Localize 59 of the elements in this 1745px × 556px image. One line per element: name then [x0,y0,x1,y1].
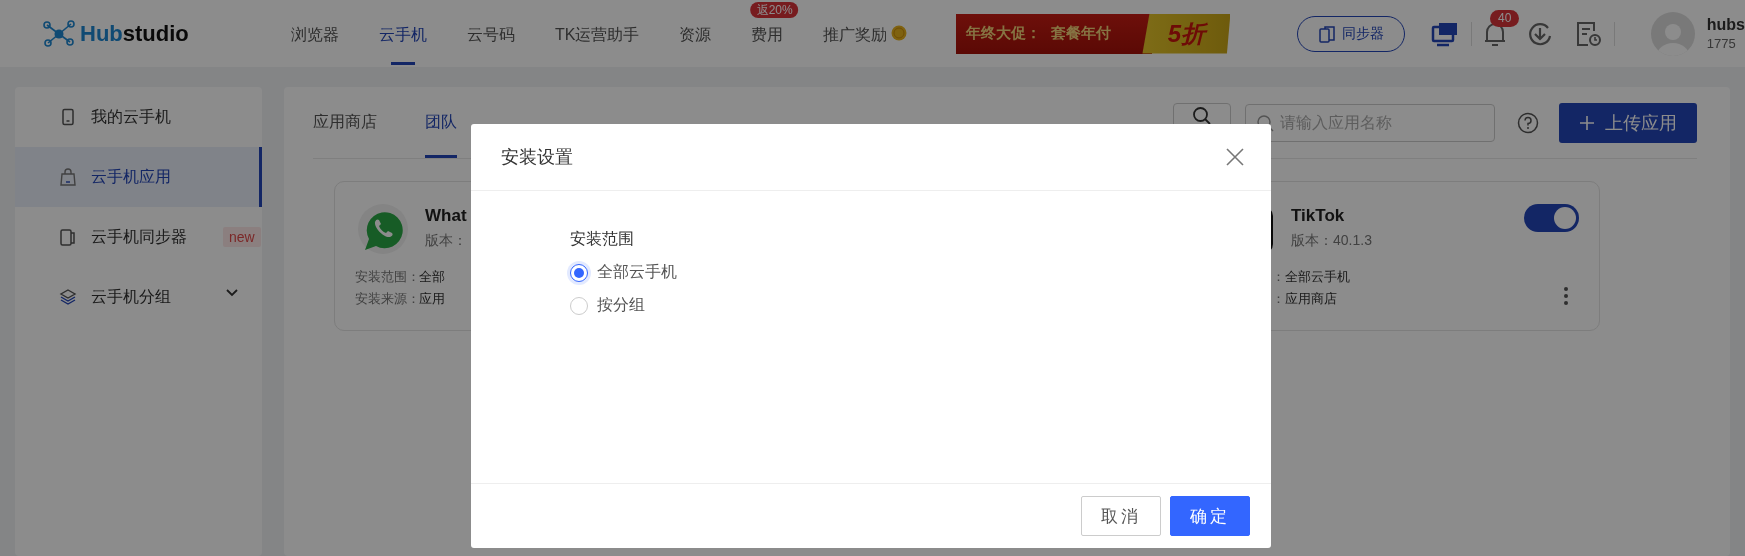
phones-icon [59,228,77,246]
toggle-switch[interactable] [1524,204,1579,232]
promo-text: 年终大促： [966,24,1042,43]
tab[interactable]: 团队 [425,87,457,158]
document-clock-icon[interactable] [1574,19,1603,48]
app-name: What [425,206,467,226]
bag-icon [59,168,77,186]
field-label: 安装范围： [355,268,419,286]
discount-text: 5折 [1167,18,1206,49]
option-label: 全部云手机 [597,262,677,282]
confirm-button[interactable]: 确定 [1170,496,1250,536]
plus-icon [1579,114,1595,131]
user-name: hubs [1706,16,1745,34]
layers-icon [59,288,77,306]
tab[interactable]: 应用商店 [313,87,377,158]
app-version: 版本：40.1.3 [1291,232,1372,250]
phones-icon [1318,24,1337,43]
upload-button[interactable]: 上传应用 [1559,102,1697,143]
help-icon[interactable] [1517,111,1539,134]
app-name: TikTok [1291,206,1346,226]
sidebar-item[interactable]: 云手机分组 [15,267,262,327]
radio-button[interactable] [570,263,588,282]
field-value: 全部云手机 [1285,268,1350,286]
nav-tab[interactable]: TK运营助手 [535,20,660,67]
notification-badge: 40 [1490,9,1520,27]
nav-tab[interactable]: 浏览器 [271,20,359,67]
promo-badge: 返20% [750,2,799,18]
search-icon [1193,106,1211,125]
radio-option[interactable]: 按分组 [570,295,1271,316]
logo-text: Hubstudio [80,20,189,47]
nav-tab[interactable]: 云号码 [447,20,535,67]
nav-tab[interactable]: 费用 [731,20,804,67]
monitor-icon[interactable] [1431,20,1460,47]
cancel-button[interactable]: 取消 [1081,496,1161,536]
sidebar-item[interactable]: 云手机同步器 new [15,207,262,267]
dialog-title: 安装设置 [501,146,574,169]
nav-tab[interactable]: 推广奖励 [803,20,928,67]
field-label: 安装范围 [570,229,635,249]
promo-offer: 套餐年付 [1051,24,1112,43]
field-label: 安装来源： [355,290,419,308]
new-badge: new [223,227,261,247]
close-icon[interactable] [1225,147,1245,167]
field-value: 应用 [419,290,445,308]
field-value: 全部 [419,268,445,286]
phone-icon [59,108,77,126]
sidebar-item[interactable]: 我的云手机 [15,87,262,147]
radio-option[interactable]: 全部云手机 [570,262,1271,283]
sync-button[interactable]: 同步器 [1297,15,1406,52]
nav-tab[interactable]: 资源 [659,20,732,67]
nav-tab[interactable]: 云手机 [359,20,447,67]
sidebar-item[interactable]: 云手机应用 [15,147,262,207]
user-id: 1775 [1706,36,1737,51]
molecule-logo-icon [42,19,76,48]
field-label: ： [1271,268,1285,286]
more-vertical-icon[interactable] [1563,286,1569,306]
option-label: 按分组 [597,295,645,315]
field-label: ： [1271,290,1285,308]
field-value: 应用商店 [1285,290,1337,308]
app-version: 版本： [425,232,467,250]
